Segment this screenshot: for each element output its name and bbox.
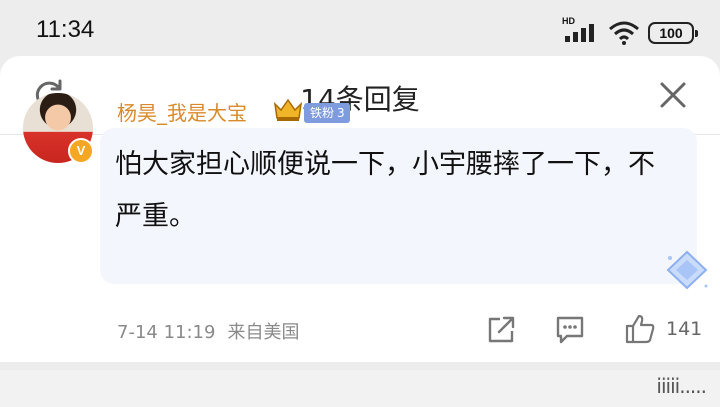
crown-icon [273, 98, 303, 121]
signal-icon [565, 24, 594, 42]
status-icons: HD 100 [562, 16, 698, 46]
comment-source: 来自美国 [227, 322, 300, 343]
comment-meta: 7-14 11:19 来自美国 [117, 318, 299, 344]
thumbs-up-icon [625, 314, 655, 344]
sheet-header: 14条回复 [0, 56, 720, 134]
wifi-icon [609, 21, 639, 45]
battery-icon: 100 [648, 22, 698, 44]
fan-level: 3 [337, 106, 345, 120]
share-icon[interactable] [486, 313, 516, 345]
status-time: 11:34 [36, 16, 95, 43]
watermark: iiiii..... [656, 374, 707, 398]
page-title: 14条回复 [300, 83, 420, 116]
comment-icon[interactable] [555, 313, 585, 345]
status-bar: 11:34 HD 100 [0, 0, 720, 60]
comment-author[interactable]: 杨昊_我是大宝 [117, 97, 247, 126]
close-icon[interactable] [656, 78, 690, 112]
like-count: 141 [666, 318, 703, 340]
fan-badge-label: 铁粉 [310, 106, 335, 120]
diamond-icon [666, 250, 708, 290]
like-button[interactable]: 141 [624, 313, 704, 345]
comment-time: 7-14 11:19 [117, 322, 216, 343]
verified-badge: V [68, 138, 94, 164]
comment-text: 怕大家担心顺便说一下，小宇腰摔了一下，不严重。 [115, 149, 655, 232]
comment-separator [0, 362, 720, 370]
fan-badge[interactable]: 铁粉 3 [304, 103, 350, 123]
